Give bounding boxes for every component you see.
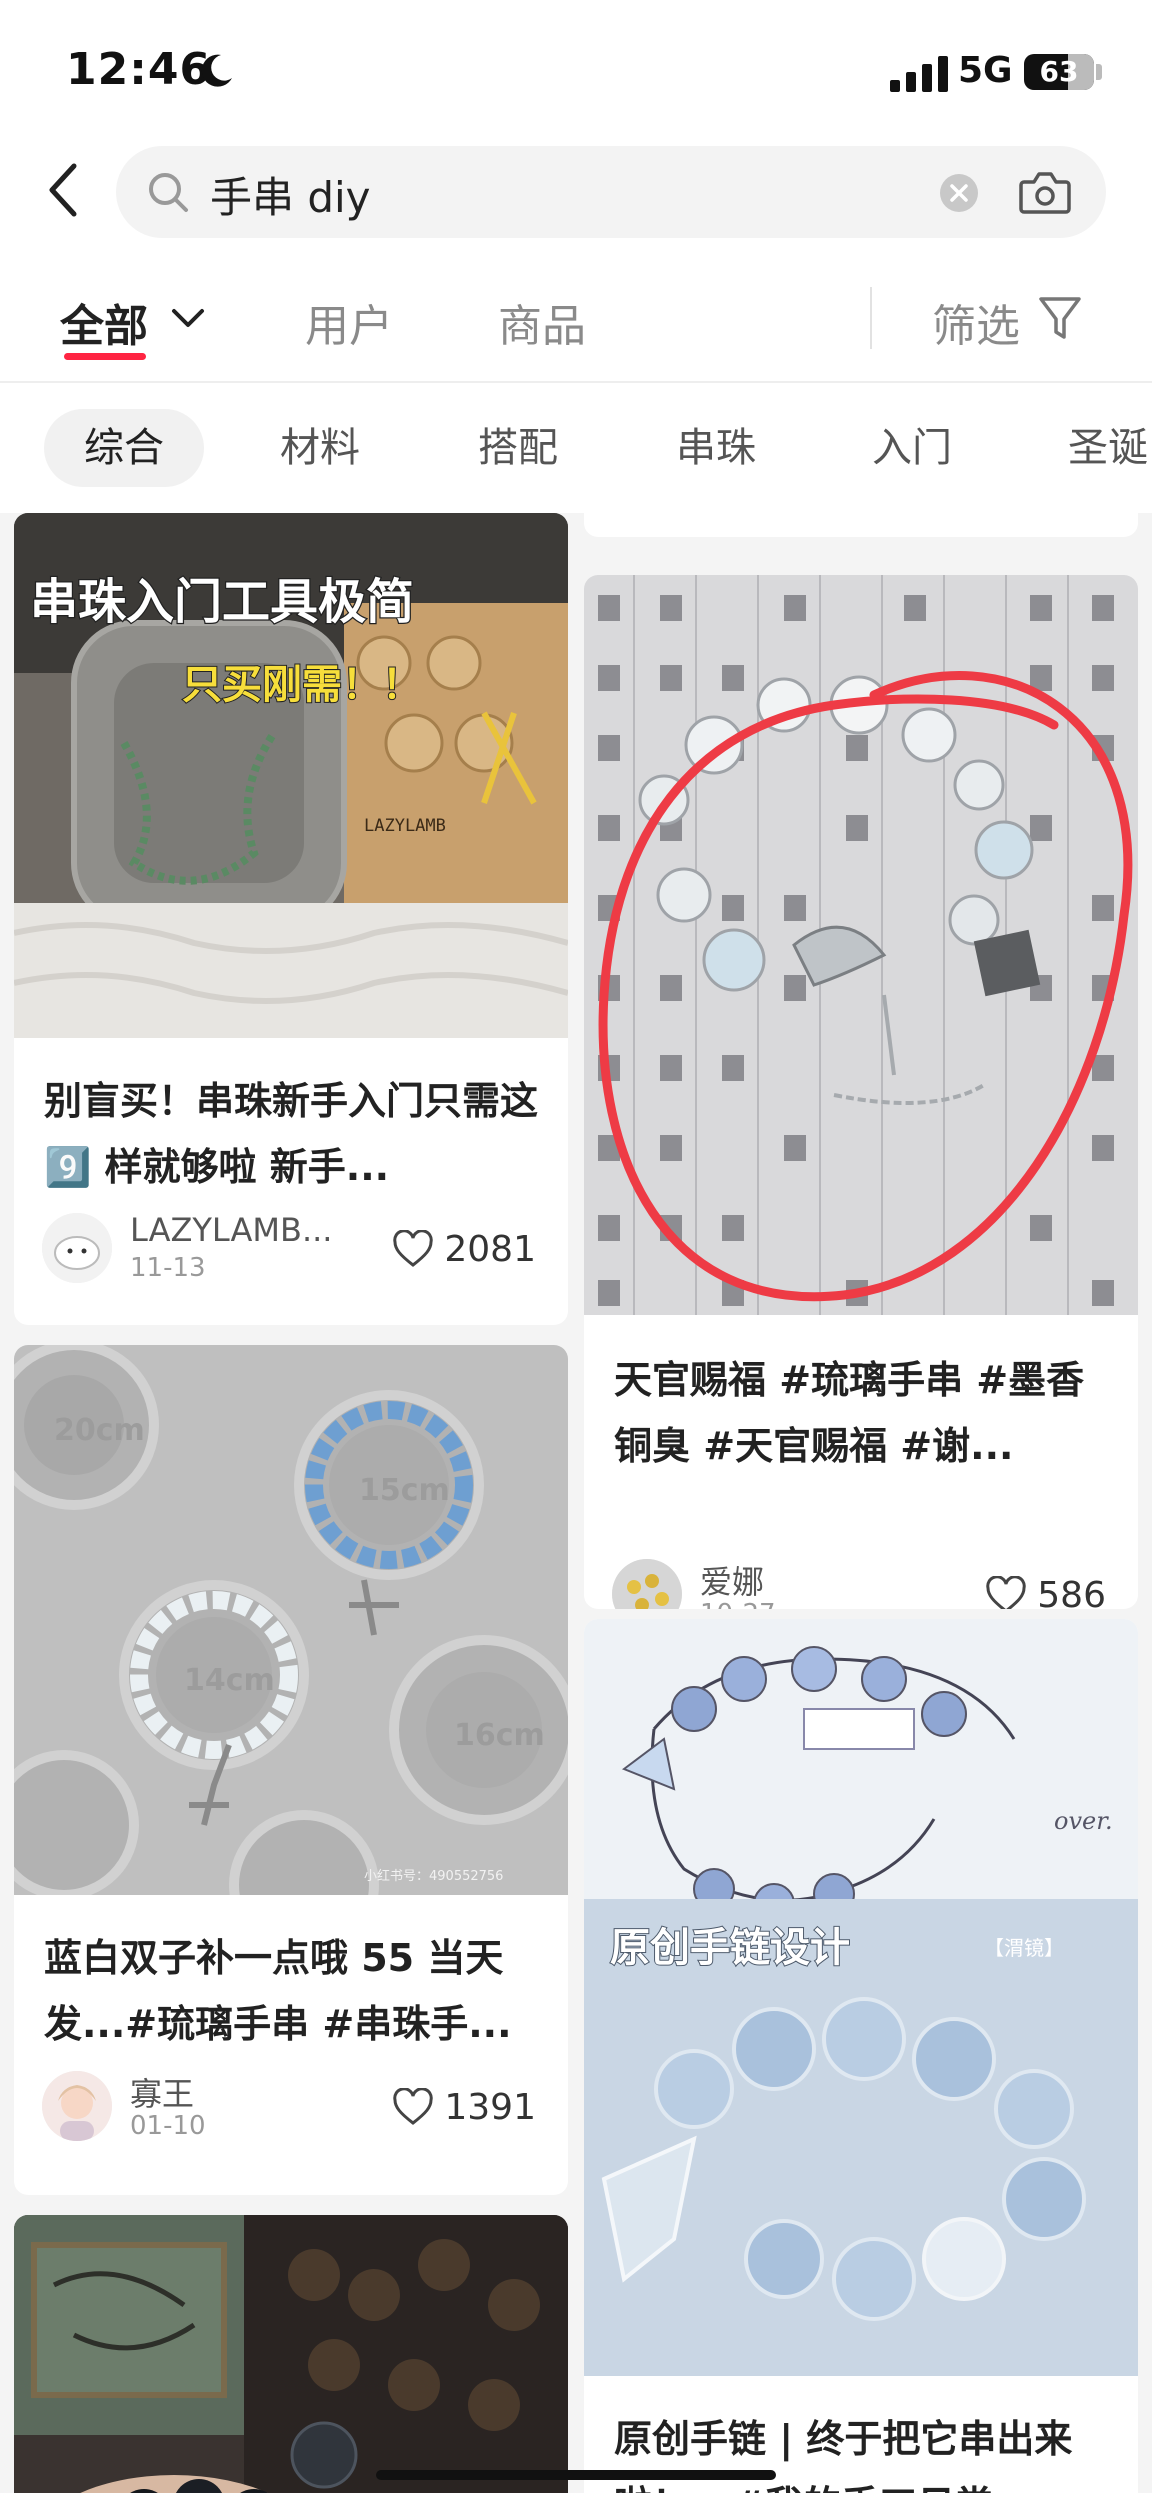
chip-christmas[interactable]: 圣诞 — [1028, 409, 1152, 487]
battery-icon: 63 — [1024, 54, 1094, 90]
image-caption-2: 只买刚需！！ — [182, 662, 422, 708]
search-icon — [149, 173, 188, 212]
tab-goods[interactable]: 商品 — [498, 290, 586, 354]
avatar[interactable] — [612, 1559, 682, 1609]
signal-icon — [890, 56, 948, 92]
chip-beginner[interactable]: 入门 — [832, 409, 992, 487]
search-input[interactable]: 手串 diy — [116, 146, 1106, 238]
image-caption-1: 串珠入门工具极简 — [30, 574, 414, 630]
post-image — [584, 575, 1138, 1315]
post-title: 蓝白双子补一点哦 55 当天发...#琉璃手串 #串珠手... — [44, 1936, 512, 2046]
like-count: 2081 — [444, 1228, 536, 1270]
author-name[interactable]: 爱娜 — [700, 1557, 764, 1603]
image-label-16cm: 16cm — [454, 1718, 545, 1753]
tab-users[interactable]: 用户 — [305, 290, 393, 354]
post-meta: 寡王 01-10 1391 — [42, 2067, 540, 2147]
status-bar: 12:46 5G 63 — [0, 0, 1152, 140]
author-name[interactable]: LAZYLAMB... — [130, 1211, 332, 1249]
back-icon[interactable] — [44, 160, 84, 220]
search-results-page: 12:46 5G 63 手串 diy 全部 用户 商品 筛选 综合 材料 搭配 … — [0, 0, 1152, 2493]
search-query: 手串 diy — [210, 173, 371, 222]
image-brand: 【渭镜】 — [984, 1936, 1064, 1960]
heart-icon — [393, 2088, 434, 2125]
post-title: 别盲买！串珠新手入门只需这 9️⃣ 样就够啦 新手... — [44, 1079, 538, 1189]
post-card[interactable] — [14, 2215, 568, 2493]
chip-beading[interactable]: 串珠 — [636, 409, 796, 487]
post-date: 01-10 — [130, 2111, 206, 2141]
like-count: 1391 — [444, 2086, 536, 2128]
post-image: over. 原创手链设计 【渭镜】 — [584, 1619, 1138, 2376]
image-label-15cm: 15cm — [359, 1473, 450, 1508]
like-button[interactable]: 1391 — [392, 2083, 536, 2131]
image-caption: 原创手链设计 — [610, 1925, 850, 1971]
post-meta: 爱娜 10-27 586 — [612, 1555, 1110, 1609]
post-meta: LAZYLAMB... 11-13 2081 — [42, 1209, 540, 1289]
battery-nub — [1096, 64, 1102, 80]
post-card[interactable]: 09-10 — [584, 513, 1138, 537]
avatar[interactable] — [42, 2071, 112, 2141]
sub-filter-chips: 综合 材料 搭配 串珠 入门 圣诞 — [0, 383, 1152, 513]
like-count: 586 — [1037, 1574, 1106, 1610]
post-card[interactable]: 串珠入门工具极简 只买刚需！！ LAZYLAMB 别盲买！串珠新手入门只需这 9… — [14, 513, 568, 1325]
chip-materials[interactable]: 材料 — [240, 409, 400, 487]
results-feed: 串珠入门工具极简 只买刚需！！ LAZYLAMB 别盲买！串珠新手入门只需这 9… — [0, 513, 1152, 2493]
post-title: 天官赐福 #琉璃手串 #墨香铜臭 #天官赐福 #谢... — [614, 1358, 1085, 1468]
filter-button[interactable]: 筛选 — [932, 290, 1020, 354]
camera-icon[interactable] — [1018, 168, 1072, 216]
like-button[interactable]: 586 — [985, 1571, 1106, 1609]
search-header: 手串 diy — [0, 140, 1152, 245]
post-image: 串珠入门工具极简 只买刚需！！ LAZYLAMB — [14, 513, 568, 1038]
post-card[interactable]: 20cm 15cm 14cm 16cm 小红书号：490552756 蓝白双子补… — [14, 1345, 568, 2195]
post-card[interactable]: over. 原创手链设计 【渭镜】 原创手链 | 终于把它串出来啦！... — [584, 1619, 1138, 2493]
post-image: 20cm 15cm 14cm 16cm 小红书号：490552756 — [14, 1345, 568, 1895]
filter-icon[interactable] — [1038, 295, 1082, 341]
avatar[interactable] — [42, 1213, 112, 1283]
status-time: 12:46 — [66, 44, 212, 95]
chip-matching[interactable]: 搭配 — [438, 409, 598, 487]
moon-icon — [201, 54, 232, 87]
post-image — [14, 2215, 568, 2493]
clear-icon[interactable] — [940, 174, 978, 212]
image-label-14cm: 14cm — [184, 1663, 275, 1698]
tab-divider — [870, 287, 872, 349]
category-tabs: 全部 用户 商品 筛选 — [0, 245, 1152, 383]
network-label: 5G — [958, 50, 1013, 91]
like-button[interactable]: 2081 — [392, 1225, 536, 1273]
post-card[interactable]: 天官赐福 #琉璃手串 #墨香铜臭 #天官赐福 #谢... 爱娜 10-27 — [584, 575, 1138, 1609]
battery-level: 63 — [1039, 55, 1079, 88]
image-board-label: LAZYLAMB — [364, 816, 446, 836]
author-name[interactable]: 寡王 — [130, 2069, 194, 2115]
chevron-down-icon[interactable] — [170, 307, 206, 329]
active-tab-indicator — [64, 353, 146, 360]
image-watermark: 小红书号：490552756 — [364, 1868, 503, 1884]
image-sketch-note: over. — [1054, 1807, 1113, 1835]
image-label-20cm: 20cm — [54, 1413, 145, 1448]
post-date: 10-27 — [700, 1599, 776, 1609]
post-date: 11-13 — [130, 1253, 206, 1283]
heart-icon — [393, 1230, 434, 1267]
home-indicator — [376, 2470, 776, 2480]
tab-all[interactable]: 全部 — [60, 290, 148, 354]
heart-icon — [986, 1576, 1026, 1609]
chip-comprehensive[interactable]: 综合 — [44, 409, 204, 487]
